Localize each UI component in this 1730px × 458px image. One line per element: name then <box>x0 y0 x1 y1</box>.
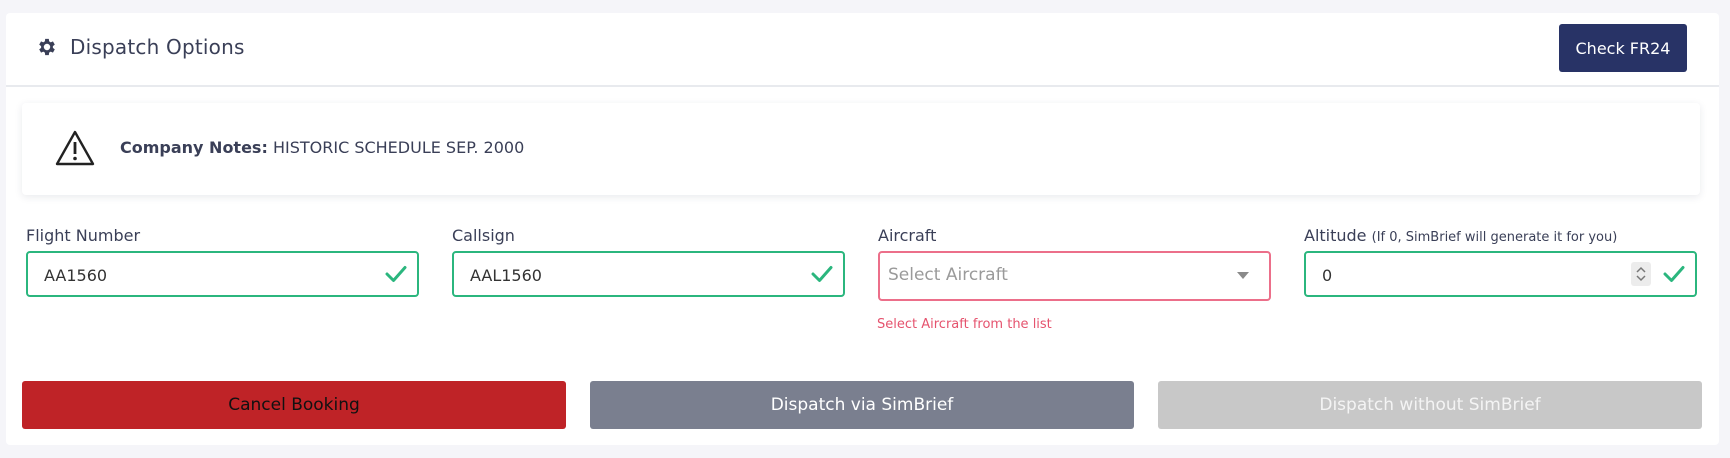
dispatch-without-simbrief-button[interactable]: Dispatch without SimBrief <box>1158 381 1702 429</box>
company-notes-label: Company Notes: <box>120 138 268 157</box>
aircraft-select-placeholder: Select Aircraft <box>888 265 1008 285</box>
check-icon <box>811 266 833 282</box>
company-notes-text: Company Notes: HISTORIC SCHEDULE SEP. 20… <box>120 138 524 157</box>
dispatch-simbrief-button[interactable]: Dispatch via SimBrief <box>590 381 1134 429</box>
company-notes-value: HISTORIC SCHEDULE SEP. 2000 <box>272 138 525 157</box>
warning-icon <box>55 130 95 166</box>
spinner-arrows-icon <box>1636 266 1646 282</box>
altitude-field: Altitude (If 0, SimBrief will generate i… <box>1304 225 1697 297</box>
aircraft-field: Aircraft Select Aircraft <box>878 225 1271 301</box>
flight-number-input[interactable] <box>42 253 346 297</box>
check-icon <box>385 266 407 282</box>
altitude-input[interactable] <box>1320 253 1624 297</box>
altitude-hint: (If 0, SimBrief will generate it for you… <box>1371 230 1618 245</box>
company-notes-box: Company Notes: HISTORIC SCHEDULE SEP. 20… <box>22 103 1700 195</box>
check-fr24-button[interactable]: Check FR24 <box>1559 24 1687 72</box>
caret-down-icon[interactable] <box>1237 272 1249 279</box>
callsign-label: Callsign <box>452 226 515 245</box>
flight-number-field: Flight Number <box>26 225 419 297</box>
aircraft-select[interactable]: Select Aircraft <box>878 251 1271 301</box>
callsign-field: Callsign <box>452 225 845 297</box>
card-header: Dispatch Options Check FR24 <box>6 13 1719 87</box>
altitude-label-text: Altitude <box>1304 226 1367 245</box>
altitude-spinner[interactable] <box>1631 262 1651 286</box>
check-icon <box>1663 266 1685 282</box>
page-title: Dispatch Options <box>70 35 245 59</box>
altitude-label: Altitude (If 0, SimBrief will generate i… <box>1304 225 1697 247</box>
aircraft-error-message: Select Aircraft from the list <box>877 317 1052 332</box>
altitude-input-wrap <box>1304 251 1697 297</box>
callsign-input-wrap <box>452 251 845 297</box>
flight-number-label: Flight Number <box>26 226 141 245</box>
flight-number-input-wrap <box>26 251 419 297</box>
aircraft-label: Aircraft <box>878 226 937 245</box>
callsign-input[interactable] <box>468 253 772 297</box>
cancel-booking-button[interactable]: Cancel Booking <box>22 381 566 429</box>
gear-icon <box>39 38 55 56</box>
